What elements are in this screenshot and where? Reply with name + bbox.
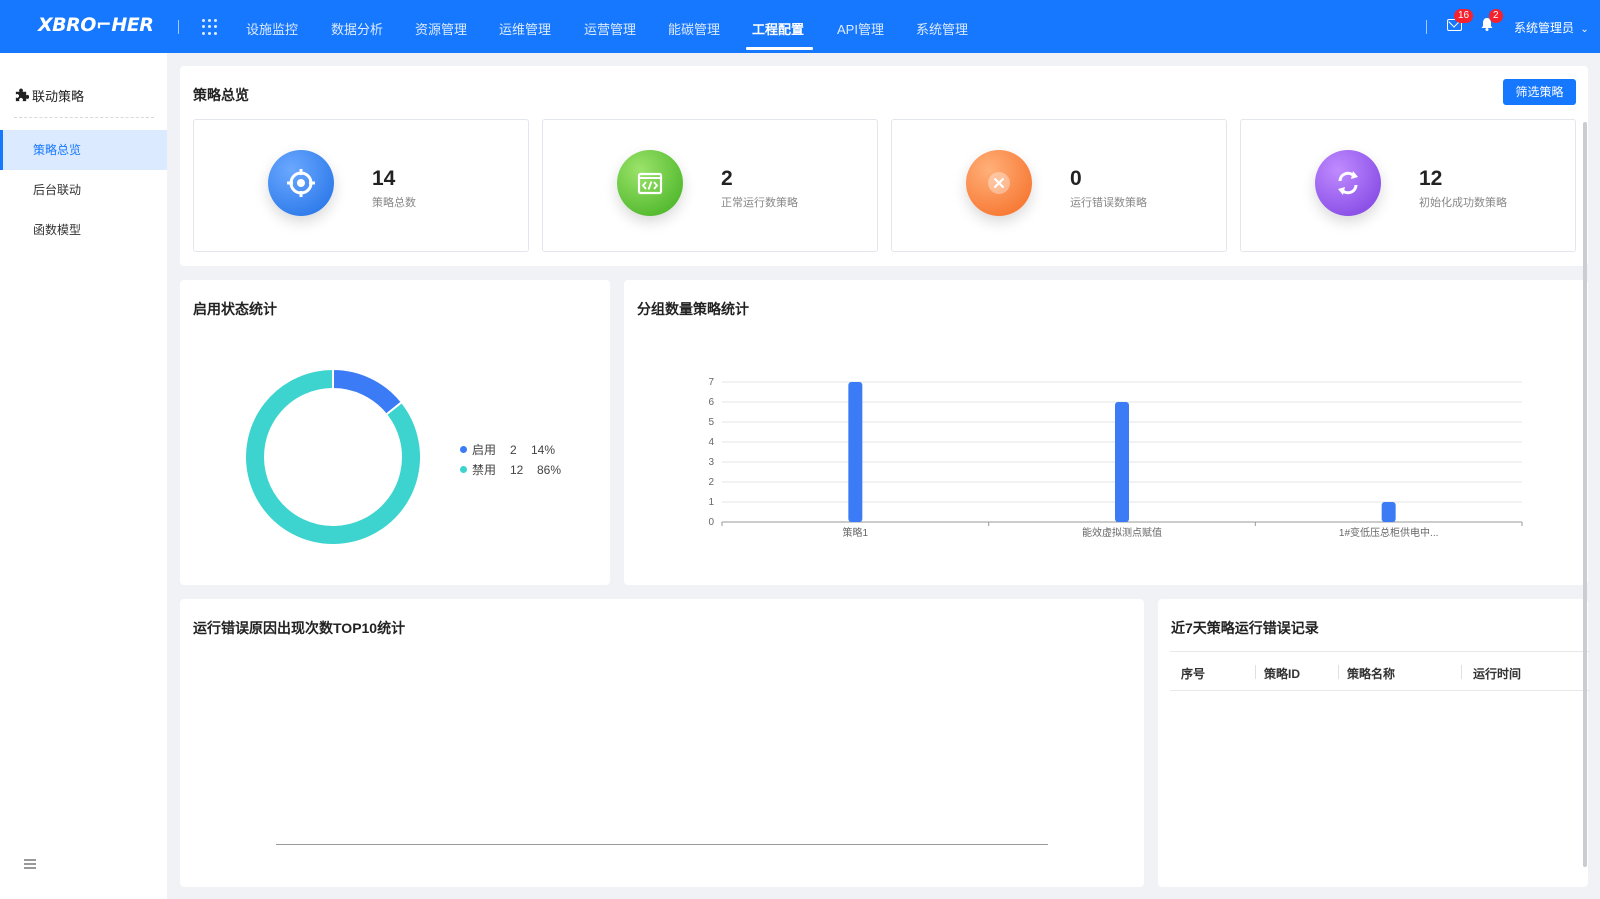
column-header-strategy-id[interactable]: 策略ID bbox=[1264, 665, 1300, 682]
nav-item-engineering-config[interactable]: 工程配置 bbox=[752, 19, 804, 38]
y-tick-label: 6 bbox=[708, 397, 714, 408]
target-icon bbox=[268, 150, 334, 216]
legend-label: 启用 bbox=[472, 443, 497, 457]
legend-percent: 86% bbox=[537, 462, 562, 477]
y-tick-label: 3 bbox=[708, 457, 714, 468]
table-header: 序号 策略ID 策略名称 运行时间 bbox=[1170, 651, 1590, 691]
bar[interactable] bbox=[1381, 502, 1396, 522]
sidebar: 联动策略 策略总览 后台联动 函数模型 bbox=[0, 53, 167, 899]
sidebar-title-label: 联动策略 bbox=[32, 89, 85, 104]
collapse-menu-icon[interactable] bbox=[24, 859, 36, 871]
legend-value: 12 bbox=[510, 462, 524, 477]
logo[interactable]: XBRO⌐HER bbox=[38, 14, 154, 36]
stat-card-error: 0 运行错误数策略 bbox=[891, 119, 1227, 252]
divider bbox=[1426, 20, 1427, 34]
stat-label: 策略总数 bbox=[372, 197, 416, 209]
column-separator bbox=[1338, 665, 1339, 679]
code-window-icon bbox=[617, 150, 683, 216]
nav-item-facility-monitoring[interactable]: 设施监控 bbox=[246, 19, 298, 38]
panel-title: 策略总览 bbox=[193, 87, 249, 103]
error-log-panel: 近7天策略运行错误记录 序号 策略ID 策略名称 运行时间 bbox=[1158, 599, 1590, 887]
y-tick-label: 0 bbox=[708, 517, 714, 528]
nav-item-system-management[interactable]: 系统管理 bbox=[916, 19, 968, 38]
legend-label: 禁用 bbox=[472, 463, 497, 477]
divider bbox=[178, 20, 179, 34]
panel-title: 分组数量策略统计 bbox=[637, 301, 749, 317]
y-tick-label: 2 bbox=[708, 477, 714, 488]
error-top10-panel: 运行错误原因出现次数TOP10统计 bbox=[180, 599, 1144, 887]
legend-value: 2 bbox=[510, 442, 517, 457]
y-tick-label: 7 bbox=[708, 377, 714, 388]
nav-item-api-management[interactable]: API管理 bbox=[837, 19, 884, 38]
legend-percent: 14% bbox=[531, 442, 556, 457]
bar[interactable] bbox=[848, 382, 863, 522]
mail-badge: 16 bbox=[1454, 9, 1474, 23]
column-separator bbox=[1461, 665, 1462, 679]
filter-strategy-button[interactable]: 筛选策略 bbox=[1503, 79, 1576, 105]
enable-status-panel: 启用状态统计 启用 2 14% 禁用 12 86% bbox=[180, 280, 610, 585]
legend-dot bbox=[460, 466, 467, 473]
x-tick-label: 能效虚拟测点赋值 bbox=[1082, 526, 1162, 539]
column-separator bbox=[1255, 665, 1256, 679]
bar-chart: 0 1 2 3 4 5 6 7 策略1 能效虚拟测点赋值 1#变低压总柜供电中... bbox=[708, 377, 1523, 539]
stat-label: 运行错误数策略 bbox=[1070, 197, 1147, 209]
puzzle-icon bbox=[15, 88, 29, 102]
panel-title: 近7天策略运行错误记录 bbox=[1171, 620, 1319, 636]
column-header-strategy-name[interactable]: 策略名称 bbox=[1347, 665, 1395, 682]
overview-panel: 策略总览 筛选策略 14 策略总数 2 正常运行数策略 0 运行错误数策略 12… bbox=[180, 66, 1588, 266]
column-header-index[interactable]: 序号 bbox=[1181, 665, 1205, 682]
stat-label: 初始化成功数策略 bbox=[1419, 197, 1507, 209]
bell-badge: 2 bbox=[1489, 9, 1503, 23]
panel-title: 运行错误原因出现次数TOP10统计 bbox=[193, 620, 406, 636]
stat-label: 正常运行数策略 bbox=[721, 197, 798, 209]
legend-item-disabled: 禁用 12 86% bbox=[460, 461, 561, 478]
legend-item-enabled: 启用 2 14% bbox=[460, 441, 555, 458]
page-scrollbar[interactable] bbox=[1583, 122, 1587, 867]
y-tick-label: 4 bbox=[708, 437, 714, 448]
stat-value: 0 bbox=[1070, 167, 1082, 190]
donut-chart bbox=[244, 367, 422, 546]
x-tick-label: 策略1 bbox=[843, 526, 869, 539]
column-header-run-time[interactable]: 运行时间 bbox=[1473, 665, 1521, 682]
x-tick-label: 1#变低压总柜供电中... bbox=[1339, 526, 1438, 539]
top-navbar: XBRO⌐HER 设施监控 数据分析 资源管理 运维管理 运营管理 能碳管理 工… bbox=[0, 0, 1600, 53]
active-tab-indicator bbox=[746, 47, 813, 50]
refresh-icon bbox=[1315, 150, 1381, 216]
sidebar-item-backend-linkage[interactable]: 后台联动 bbox=[0, 170, 167, 210]
stat-card-total: 14 策略总数 bbox=[193, 119, 529, 252]
group-count-panel: 分组数量策略统计 0 1 2 3 4 5 6 7 策略1 能效虚拟测点赋值 1#变低压总柜供电中..… bbox=[624, 280, 1588, 585]
panel-title: 启用状态统计 bbox=[193, 301, 277, 317]
chevron-down-icon: ⌄ bbox=[1580, 24, 1589, 35]
sidebar-title: 联动策略 bbox=[14, 86, 84, 105]
chart-axis-line bbox=[276, 844, 1048, 845]
divider bbox=[14, 117, 154, 118]
stat-value: 12 bbox=[1419, 167, 1443, 190]
stat-value: 2 bbox=[721, 167, 733, 190]
nav-item-operations[interactable]: 运营管理 bbox=[584, 19, 636, 38]
stat-value: 14 bbox=[372, 167, 396, 190]
close-circle-icon bbox=[966, 150, 1032, 216]
apps-grid-icon[interactable] bbox=[202, 19, 218, 35]
stat-card-running: 2 正常运行数策略 bbox=[542, 119, 878, 252]
stat-card-init-success: 12 初始化成功数策略 bbox=[1240, 119, 1576, 252]
user-menu[interactable]: 系统管理员 ⌄ bbox=[1514, 19, 1589, 36]
legend-dot bbox=[460, 446, 467, 453]
nav-item-resource-management[interactable]: 资源管理 bbox=[415, 19, 467, 38]
nav-item-energy-carbon[interactable]: 能碳管理 bbox=[668, 19, 720, 38]
donut-slice-0[interactable] bbox=[332, 367, 404, 417]
y-tick-label: 1 bbox=[708, 497, 714, 508]
nav-item-data-analysis[interactable]: 数据分析 bbox=[331, 19, 383, 38]
y-tick-label: 5 bbox=[708, 417, 714, 428]
sidebar-item-function-model[interactable]: 函数模型 bbox=[0, 210, 167, 250]
bar[interactable] bbox=[1115, 402, 1129, 522]
nav-item-ops-maintenance[interactable]: 运维管理 bbox=[499, 19, 551, 38]
sidebar-item-strategy-overview[interactable]: 策略总览 bbox=[0, 130, 167, 170]
user-name: 系统管理员 bbox=[1514, 21, 1575, 35]
